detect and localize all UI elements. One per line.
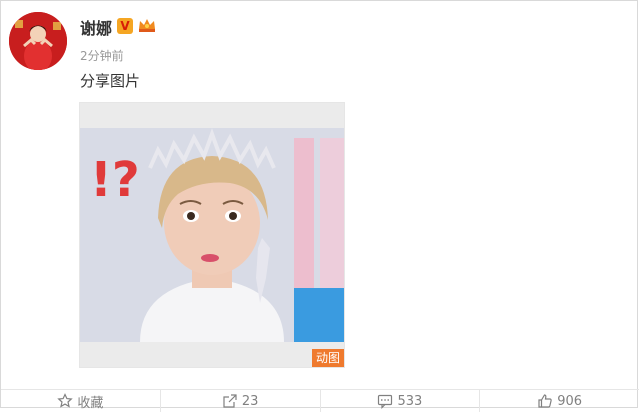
like-button[interactable]: 906 [480, 390, 639, 412]
like-count: 906 [557, 393, 583, 409]
star-icon [57, 393, 74, 408]
action-bar: 收藏 23 533 906 [1, 389, 639, 412]
favorite-label: 收藏 [77, 395, 104, 411]
repost-button[interactable]: 23 [161, 390, 321, 412]
comment-count: 533 [397, 393, 423, 409]
share-icon [223, 394, 237, 408]
avatar-image [9, 12, 67, 70]
avatar[interactable] [9, 12, 67, 70]
post-timestamp[interactable]: 2分钟前 [80, 47, 124, 64]
member-crown-icon [137, 16, 157, 34]
repost-count: 23 [241, 393, 259, 409]
thumbs-up-icon [538, 394, 552, 408]
favorite-button[interactable]: 收藏 [1, 390, 161, 412]
media-overlay-text: !? [90, 152, 140, 208]
gif-preview-image: !? [80, 128, 344, 342]
comment-button[interactable]: 533 [321, 390, 481, 412]
gif-label-badge: 动图 [311, 349, 344, 367]
post-gif-image[interactable]: !? 动图 [79, 102, 345, 368]
verified-badge-icon: V [117, 18, 133, 34]
post-text: 分享图片 [80, 72, 141, 90]
weibo-post-card: 谢娜 V 2分钟前 分享图片 !? 动图 收藏 23 533 906 [0, 0, 639, 412]
comment-icon [378, 394, 393, 409]
username[interactable]: 谢娜 [80, 15, 112, 39]
